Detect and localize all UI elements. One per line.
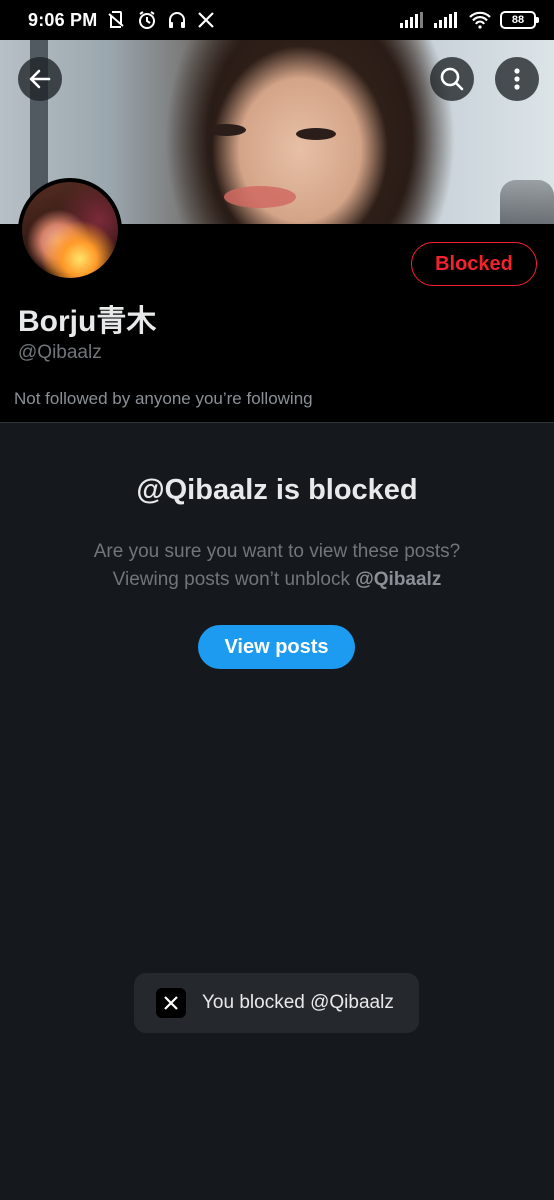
more-vertical-icon (514, 68, 520, 90)
status-right-icons: 88 (400, 11, 539, 29)
banner-lips (224, 186, 296, 208)
avatar[interactable] (18, 178, 122, 282)
vibrate-off-icon (108, 11, 125, 28)
blocked-button[interactable]: Blocked (411, 242, 537, 286)
search-button[interactable] (430, 57, 474, 101)
alarm-icon (139, 11, 156, 29)
blocked-description-line2: Viewing posts won’t unblock @Qibaalz (0, 566, 554, 594)
blocked-description-handle: @Qibaalz (355, 569, 442, 590)
banner-eye-left (206, 124, 246, 136)
status-time: 9:06 PM (28, 9, 98, 30)
x-logo-icon (156, 988, 186, 1018)
wifi-icon (469, 11, 491, 29)
arrow-left-icon (29, 69, 51, 89)
blocked-title: @Qibaalz is blocked (136, 474, 418, 506)
status-bar: 9:06 PM 88 (0, 0, 554, 40)
search-icon (440, 67, 464, 91)
back-button[interactable] (18, 57, 62, 101)
status-left-icons (105, 10, 215, 30)
signal-icon (400, 12, 423, 28)
signal-icon-2 (434, 12, 457, 28)
blocked-description-line1: Are you sure you want to view these post… (93, 541, 461, 562)
more-options-button[interactable] (495, 57, 539, 101)
battery-icon: 88 (500, 11, 539, 29)
toast: You blocked @Qibaalz (134, 973, 419, 1033)
header-divider (0, 422, 554, 423)
blocked-description: Are you sure you want to view these post… (0, 538, 554, 594)
banner-eye-right (296, 128, 336, 140)
blocked-description-prefix: Viewing posts won’t unblock (112, 569, 356, 590)
banner-background-people (500, 180, 554, 224)
x-logo-icon (198, 12, 215, 28)
view-posts-button[interactable]: View posts (198, 625, 355, 669)
toast-message: You blocked @Qibaalz (202, 992, 394, 1013)
followed-by-text: Not followed by anyone you’re following (14, 389, 313, 408)
handle: @Qibaalz (18, 342, 102, 363)
display-name: Borju青木 (18, 305, 157, 338)
headphones-icon (169, 12, 186, 28)
